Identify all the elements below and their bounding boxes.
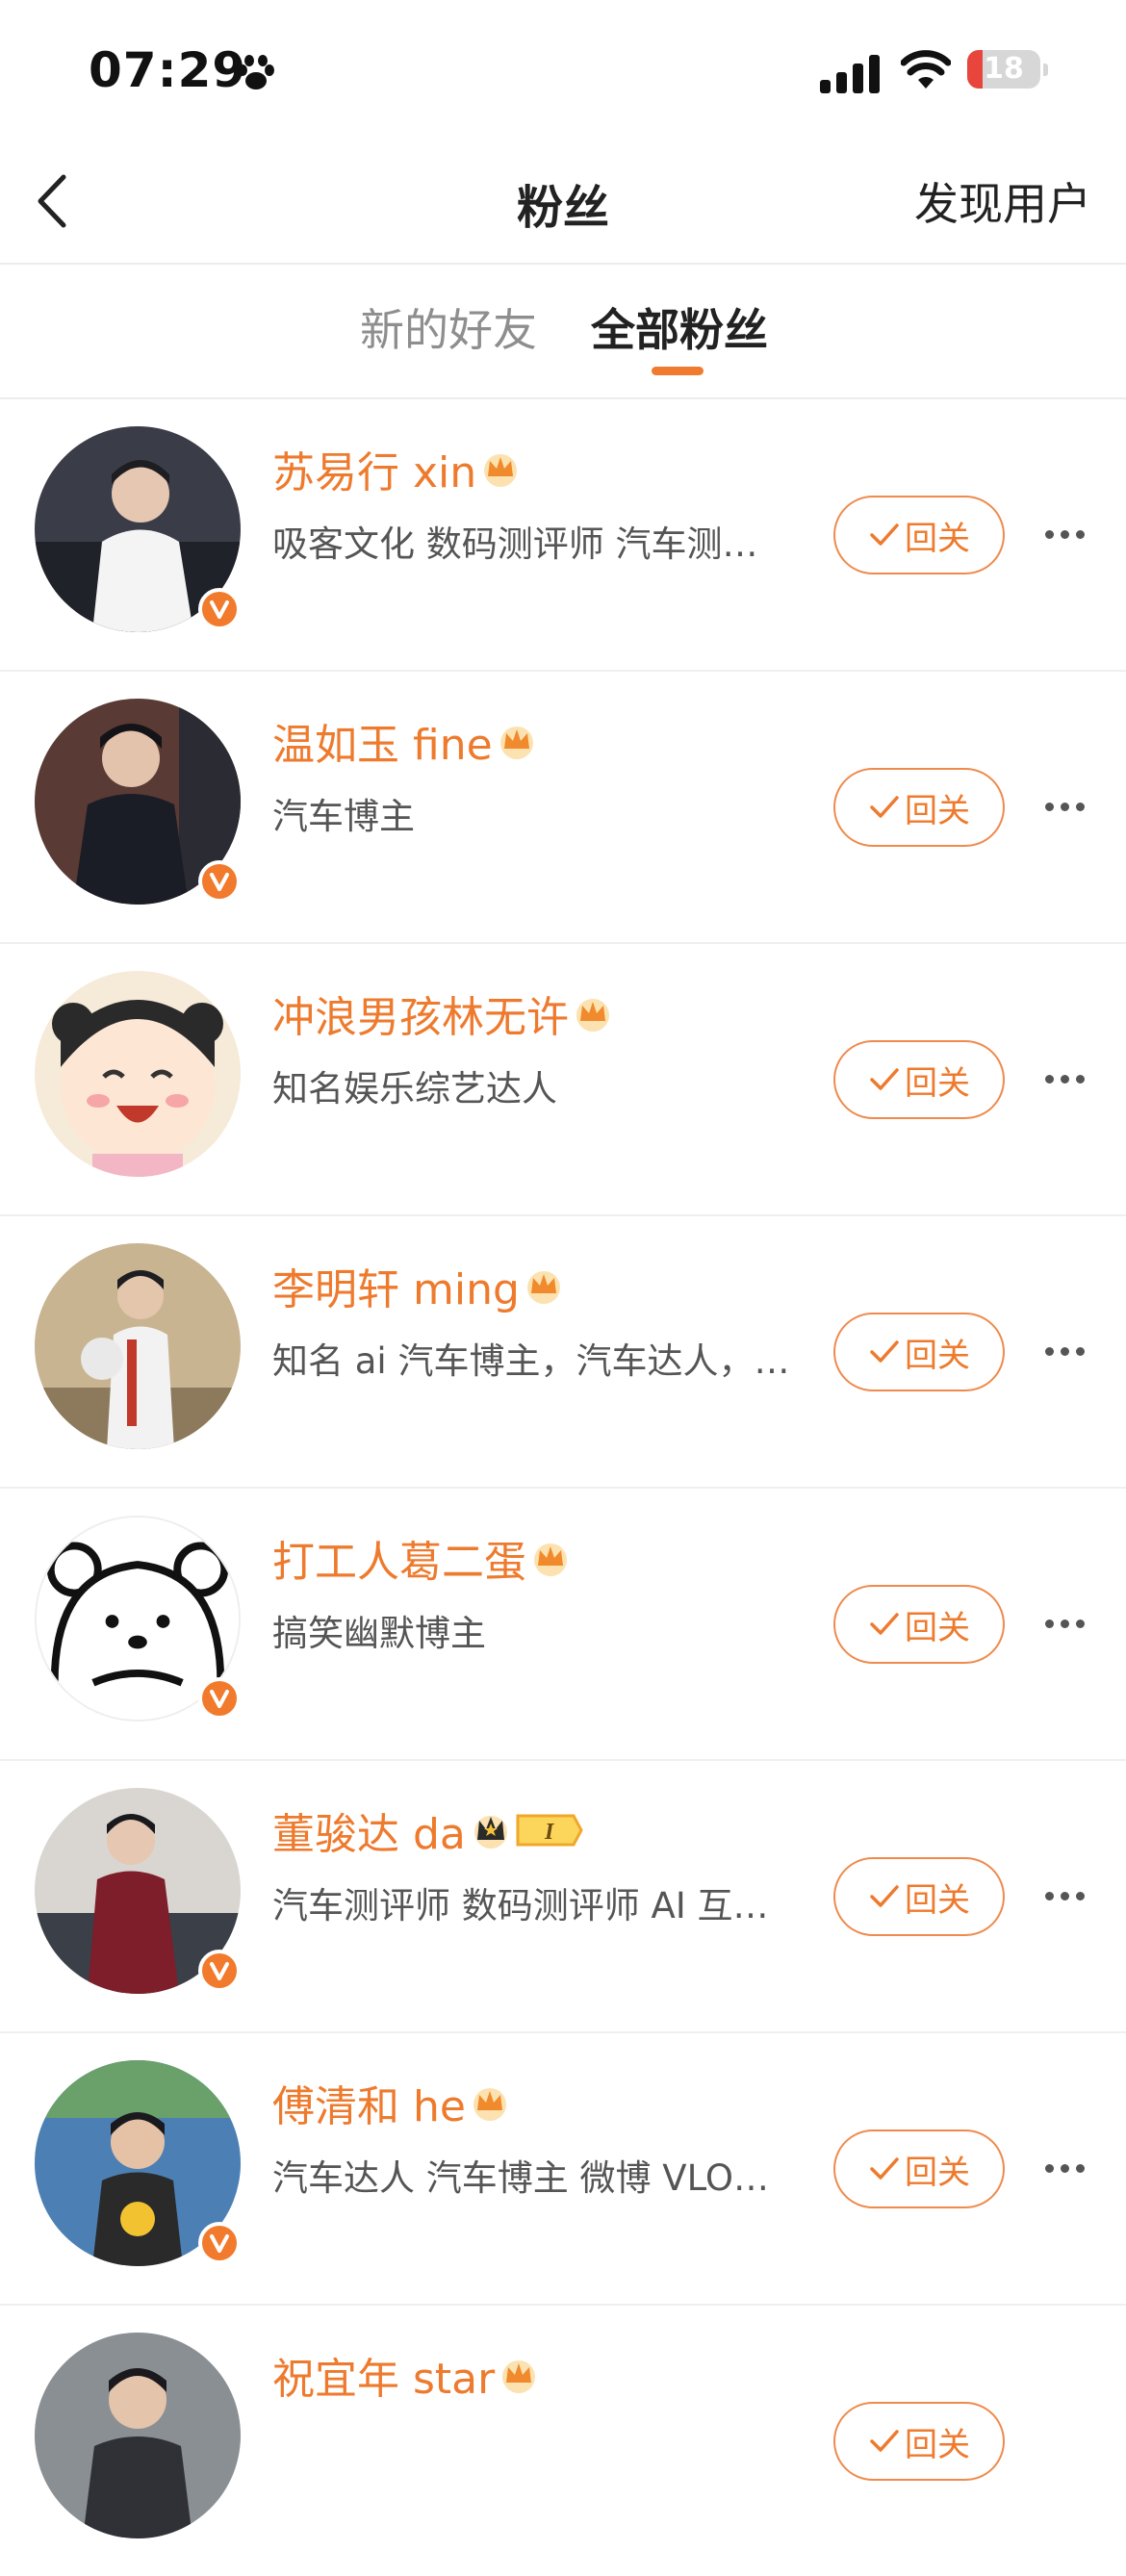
verified-badge-icon (198, 860, 241, 903)
fan-row[interactable]: 祝宜年 star 回关 (0, 2306, 1126, 2576)
battery-level: 18 (984, 52, 1024, 86)
verified-badge-icon (198, 1950, 241, 1992)
crown-icon (502, 2360, 536, 2393)
follow-back-button[interactable]: 回关 (833, 1040, 1005, 1119)
checkmark-icon (870, 1340, 899, 1363)
fan-name[interactable]: 李明轩 ming (272, 1255, 564, 1316)
follow-back-button[interactable]: 回关 (833, 1857, 1005, 1936)
follow-back-button[interactable]: 回关 (833, 2130, 1005, 2208)
active-tab-indicator (652, 367, 704, 375)
fan-description: 吸客文化 数码测评师 汽车测评博主 (272, 523, 792, 565)
avatar[interactable] (35, 1243, 241, 1449)
fan-description: 汽车测评师 数码测评师 AI 互联网博主 (272, 1885, 792, 1926)
checkmark-icon (870, 1613, 899, 1635)
fan-name[interactable]: 温如玉 fine (272, 710, 537, 772)
svg-text:I: I (544, 1820, 555, 1845)
status-time: 07:29 (89, 42, 247, 98)
fan-description: 知名娱乐综艺达人 (272, 1068, 557, 1109)
fans-list: 苏易行 xin 吸客文化 数码测评师 汽车测评博主 回关 温如玉 fine 汽车… (0, 399, 1126, 2576)
crown-icon (576, 999, 609, 1032)
fan-description: 搞笑幽默博主 (272, 1613, 486, 1654)
more-options-icon[interactable] (1045, 1892, 1086, 1901)
verified-badge-icon (198, 588, 241, 630)
fan-name[interactable]: 董骏达 da I (272, 1799, 583, 1861)
fan-row[interactable]: 李明轩 ming 知名 ai 汽车博主，汽车达人，数码博主 回关 (0, 1216, 1126, 1489)
crown-icon (484, 454, 518, 487)
follow-back-button[interactable]: 回关 (833, 496, 1005, 574)
crown-icon (499, 727, 533, 759)
verified-badge-icon (198, 1677, 241, 1720)
cellular-signal-icon (820, 53, 882, 93)
crown-icon (534, 1543, 567, 1576)
checkmark-icon (870, 2430, 899, 2452)
fan-name[interactable]: 祝宜年 star (272, 2344, 539, 2406)
follow-back-button[interactable]: 回关 (833, 1585, 1005, 1664)
fan-row[interactable]: 董骏达 da I 汽车测评师 数码测评师 AI 互联网博主 回关 (0, 1761, 1126, 2033)
fan-name[interactable]: 苏易行 xin (272, 438, 521, 499)
follow-back-button[interactable]: 回关 (833, 1313, 1005, 1391)
paw-icon (238, 55, 274, 89)
fan-row[interactable]: 打工人葛二蛋 搞笑幽默博主 回关 (0, 1489, 1126, 1761)
more-options-icon[interactable] (1045, 530, 1086, 540)
checkmark-icon (870, 796, 899, 818)
more-options-icon[interactable] (1045, 1075, 1086, 1084)
more-options-icon[interactable] (1045, 2164, 1086, 2174)
fan-description: 汽车博主 (272, 796, 415, 837)
follow-back-button[interactable]: 回关 (833, 768, 1005, 847)
fan-row[interactable]: 温如玉 fine 汽车博主 回关 (0, 672, 1126, 944)
more-options-icon[interactable] (1045, 1347, 1086, 1357)
wifi-icon (901, 50, 951, 89)
checkmark-icon (870, 523, 899, 546)
fan-description: 知名 ai 汽车博主，汽车达人，数码博主 (272, 1340, 792, 1382)
crown-icon (526, 1271, 560, 1304)
avatar[interactable] (35, 971, 241, 1177)
status-bar: 07:29 18 (0, 0, 1126, 144)
tab-all-fans[interactable]: 全部粉丝 (591, 295, 768, 359)
discover-users-button[interactable]: 发现用户 (914, 169, 1091, 233)
more-options-icon[interactable] (1045, 803, 1086, 812)
tab-new-friends[interactable]: 新的好友 (360, 295, 537, 359)
fan-row[interactable]: 苏易行 xin 吸客文化 数码测评师 汽车测评博主 回关 (0, 399, 1126, 672)
tab-bar: 新的好友 全部粉丝 (0, 265, 1126, 399)
fan-name[interactable]: 傅清和 he (272, 2072, 510, 2133)
follow-back-button[interactable]: 回关 (833, 2402, 1005, 2481)
verified-badge-icon (198, 2222, 241, 2264)
level-badge-icon: I (516, 1814, 583, 1847)
fan-description: 汽车达人 汽车博主 微博 VLOG博主 (272, 2157, 792, 2199)
checkmark-icon (870, 2157, 899, 2180)
fan-name[interactable]: 打工人葛二蛋 (272, 1527, 571, 1589)
fan-row[interactable]: 傅清和 he 汽车达人 汽车博主 微博 VLOG博主 回关 (0, 2033, 1126, 2306)
battery-icon: 18 (967, 50, 1048, 92)
nav-bar: 粉丝 发现用户 (0, 144, 1126, 265)
crown-icon (473, 2088, 506, 2121)
crown-icon (473, 1816, 507, 1849)
fan-name[interactable]: 冲浪男孩林无许 (272, 982, 613, 1044)
checkmark-icon (870, 1885, 899, 1907)
checkmark-icon (870, 1068, 899, 1090)
more-options-icon[interactable] (1045, 1620, 1086, 1629)
avatar[interactable] (35, 2333, 241, 2538)
fan-row[interactable]: 冲浪男孩林无许 知名娱乐综艺达人 回关 (0, 944, 1126, 1216)
